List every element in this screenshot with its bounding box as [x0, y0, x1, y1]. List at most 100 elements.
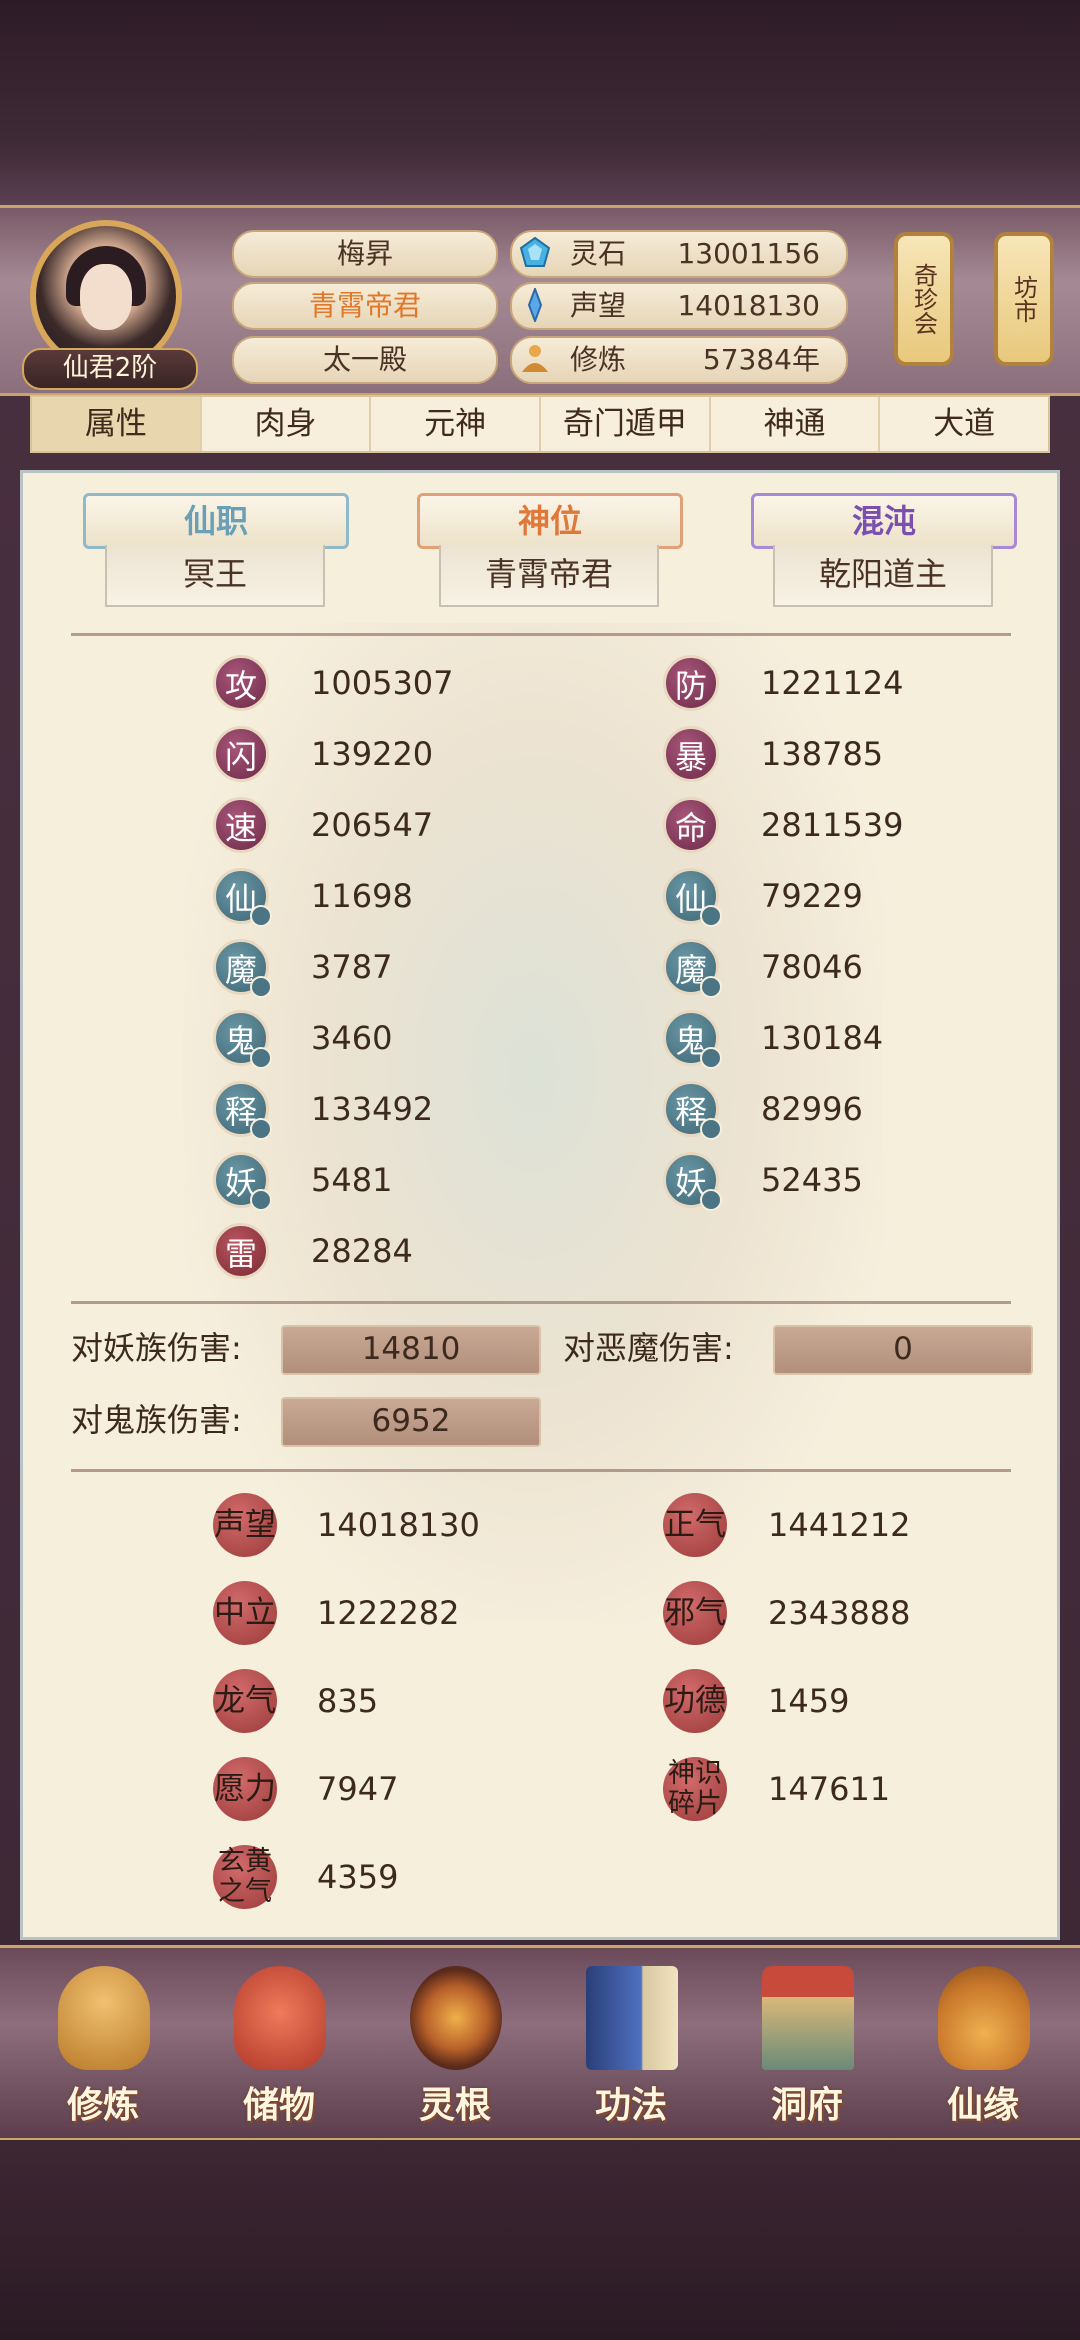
book-icon: [586, 1966, 678, 2070]
nav-label: 修炼: [66, 2085, 139, 2126]
virtue-icon[interactable]: 功德: [663, 1669, 727, 1733]
nav-label: 储物: [242, 2085, 315, 2126]
spirit-stone-icon: [519, 236, 551, 267]
gourd-icon: [938, 1966, 1030, 2070]
stat-value: 130184: [761, 1019, 884, 1057]
virtue-value: 1459: [768, 1682, 850, 1720]
virtue-icon[interactable]: 中立: [213, 1581, 277, 1645]
stat-icon[interactable]: 魔: [663, 939, 722, 998]
stat-value: 79229: [761, 877, 863, 915]
virtue-value: 2343888: [768, 1594, 911, 1632]
nav-fate[interactable]: 仙缘: [908, 1958, 1058, 2128]
virtue-value: 1222282: [317, 1594, 460, 1632]
tab-attributes[interactable]: 属性: [32, 397, 202, 451]
spirit-root-icon: [410, 1966, 502, 2070]
tab-body[interactable]: 肉身: [202, 397, 372, 451]
resource-spirit-stone: 灵石 13001156: [510, 230, 848, 278]
stat-icon[interactable]: 雷: [213, 1223, 269, 1279]
info-dot-icon: [700, 905, 722, 927]
stat-icon[interactable]: 闪: [213, 726, 269, 782]
virtue-icon[interactable]: 邪气: [663, 1581, 727, 1645]
market-button[interactable]: 坊市: [994, 232, 1054, 366]
stat-value: 2811539: [761, 806, 904, 844]
stat-value: 82996: [761, 1090, 863, 1128]
banner-value: 青霄帝君: [439, 545, 659, 607]
virtue-icon[interactable]: 愿力: [213, 1757, 277, 1821]
stat-icon[interactable]: 魔: [213, 939, 272, 998]
nav-techniques[interactable]: 功法: [556, 1958, 706, 2128]
info-dot-icon: [700, 1189, 722, 1211]
tab-qimen[interactable]: 奇门遁甲: [541, 397, 711, 451]
nav-storage[interactable]: 储物: [204, 1958, 354, 2128]
virtue-value: 7947: [317, 1770, 399, 1808]
player-name: 梅昇: [232, 230, 498, 278]
player-header: 仙君2阶 梅昇 青霄帝君 太一殿 灵石 13001156 声望 14018130…: [0, 205, 1080, 396]
stat-value: 3787: [311, 948, 393, 986]
tab-dao[interactable]: 大道: [880, 397, 1048, 451]
stat-value: 133492: [311, 1090, 434, 1128]
banner-divine-rank[interactable]: 神位 青霄帝君: [397, 493, 697, 608]
info-dot-icon: [700, 1047, 722, 1069]
info-dot-icon: [250, 1189, 272, 1211]
nav-cave-abode[interactable]: 洞府: [732, 1958, 882, 2128]
divider: [71, 1301, 1011, 1304]
virtue-icon[interactable]: 玄黄之气: [213, 1845, 277, 1909]
prestige-crystal-icon: [527, 288, 543, 322]
stat-icon[interactable]: 暴: [663, 726, 719, 782]
divider: [71, 1469, 1011, 1472]
stat-icon[interactable]: 速: [213, 797, 269, 853]
damage-value-devil: 0: [773, 1325, 1033, 1375]
stat-value: 1221124: [761, 664, 904, 702]
virtue-icon[interactable]: 声望: [213, 1493, 277, 1557]
stat-icon[interactable]: 命: [663, 797, 719, 853]
stat-value: 5481: [311, 1161, 393, 1199]
banner-value: 乾阳道主: [773, 545, 993, 607]
nav-cultivate[interactable]: 修炼: [28, 1958, 178, 2128]
stat-icon[interactable]: 仙: [663, 868, 722, 927]
resource-label: 修炼: [570, 343, 627, 376]
stat-icon[interactable]: 鬼: [213, 1010, 272, 1069]
cultivator-icon: [58, 1966, 150, 2070]
stat-icon[interactable]: 鬼: [663, 1010, 722, 1069]
rank-badge: 仙君2阶: [22, 348, 198, 390]
resource-cultivation: 修炼 57384年: [510, 336, 848, 384]
stat-icon[interactable]: 释: [663, 1081, 722, 1140]
nav-spirit-root[interactable]: 灵根: [380, 1958, 530, 2128]
avatar-face: [80, 264, 132, 330]
treasure-fair-button[interactable]: 奇珍会: [894, 232, 954, 366]
banner-value: 冥王: [105, 545, 325, 607]
nav-label: 洞府: [770, 2085, 843, 2126]
stat-value: 52435: [761, 1161, 863, 1199]
palace-icon: [762, 1966, 854, 2070]
stat-icon[interactable]: 妖: [213, 1152, 272, 1211]
stat-value: 28284: [311, 1232, 413, 1270]
banner-immortal-post[interactable]: 仙职 冥王: [63, 493, 363, 608]
virtue-value: 14018130: [317, 1506, 480, 1544]
banner-chaos[interactable]: 混沌 乾阳道主: [731, 493, 1031, 608]
stat-icon[interactable]: 释: [213, 1081, 272, 1140]
bottom-backdrop: [0, 2140, 1080, 2340]
bag-icon: [234, 1966, 326, 2070]
tab-abilities[interactable]: 神通: [711, 397, 881, 451]
resource-value: 13001156: [677, 237, 820, 270]
virtue-icon[interactable]: 正气: [663, 1493, 727, 1557]
stat-icon[interactable]: 仙: [213, 868, 272, 927]
virtue-icon[interactable]: 龙气: [213, 1669, 277, 1733]
resource-label: 声望: [570, 289, 627, 322]
tab-spirit[interactable]: 元神: [371, 397, 542, 451]
attribute-panel: 仙职 冥王 神位 青霄帝君 混沌 乾阳道主 攻 1005307 闪 139220 速 20…: [20, 470, 1060, 1940]
stat-value: 11698: [311, 877, 413, 915]
banner-title: 仙职: [83, 493, 349, 549]
stat-value: 206547: [311, 806, 434, 844]
stat-icon[interactable]: 攻: [213, 655, 269, 711]
player-hall[interactable]: 太一殿: [232, 336, 498, 384]
damage-value-demon-race: 14810: [281, 1325, 541, 1375]
stat-icon[interactable]: 防: [663, 655, 719, 711]
virtue-icon[interactable]: 神识碎片: [663, 1757, 727, 1821]
stat-value: 3460: [311, 1019, 393, 1057]
info-dot-icon: [250, 1118, 272, 1140]
stat-icon[interactable]: 妖: [663, 1152, 722, 1211]
player-title[interactable]: 青霄帝君: [232, 282, 498, 330]
nav-label: 仙缘: [946, 2085, 1019, 2126]
banner-title: 神位: [417, 493, 683, 549]
